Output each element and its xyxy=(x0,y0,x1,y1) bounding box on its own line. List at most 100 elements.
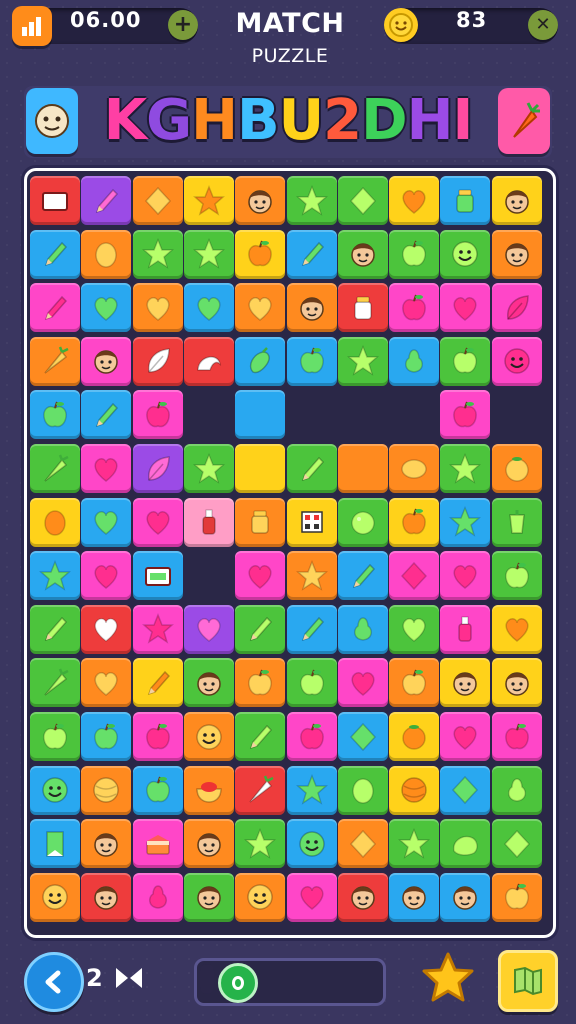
tile-frame[interactable] xyxy=(30,176,80,225)
tile-apple[interactable] xyxy=(30,390,80,440)
tile-pencil[interactable] xyxy=(286,229,337,279)
tile-blank[interactable] xyxy=(235,444,286,493)
tile-star[interactable] xyxy=(286,551,337,601)
tile-carrot[interactable] xyxy=(30,336,80,386)
tile-pear[interactable] xyxy=(337,604,388,654)
tile-carrot[interactable] xyxy=(235,765,286,815)
tile-apple[interactable] xyxy=(30,712,80,761)
tile-diamond[interactable] xyxy=(337,712,388,761)
tile-smiley[interactable] xyxy=(235,872,286,922)
tile-apple[interactable] xyxy=(286,658,337,708)
tile-rock[interactable] xyxy=(440,819,491,869)
tile-star[interactable] xyxy=(132,229,183,279)
tile-star[interactable] xyxy=(30,551,80,601)
tile-face[interactable] xyxy=(491,658,542,708)
coin-button[interactable] xyxy=(384,8,418,42)
tile-tiles[interactable] xyxy=(286,497,337,547)
tile-apple[interactable] xyxy=(286,336,337,386)
map-button[interactable] xyxy=(498,950,558,1012)
tile-heart[interactable] xyxy=(286,872,337,922)
tile-pencil[interactable] xyxy=(235,604,286,654)
tile-bottle[interactable] xyxy=(183,497,234,547)
tile-heart[interactable] xyxy=(389,604,440,654)
tile-pencil[interactable] xyxy=(81,390,132,440)
tile-blank[interactable] xyxy=(337,444,388,493)
tile-face[interactable] xyxy=(440,872,491,922)
skip-icon[interactable] xyxy=(114,966,144,990)
tile-star[interactable] xyxy=(183,176,234,225)
tile-star[interactable] xyxy=(183,444,234,493)
tile-apple[interactable] xyxy=(132,712,183,761)
tile-face[interactable] xyxy=(81,336,132,386)
tile-ball[interactable] xyxy=(389,765,440,815)
tile-heart[interactable] xyxy=(132,283,183,333)
tile-smiley[interactable] xyxy=(491,336,542,386)
tile-plum[interactable] xyxy=(337,497,388,547)
tile-diamond[interactable] xyxy=(337,176,388,225)
tile-apple[interactable] xyxy=(440,390,491,440)
tile-star[interactable] xyxy=(440,497,491,547)
tile-heart[interactable] xyxy=(440,712,491,761)
tile-jar[interactable] xyxy=(440,176,491,225)
tile-shell[interactable] xyxy=(183,336,234,386)
tile-heart[interactable] xyxy=(491,604,542,654)
tile-jar[interactable] xyxy=(235,497,286,547)
add-button[interactable]: + xyxy=(168,10,198,40)
tile-face[interactable] xyxy=(235,176,286,225)
tile-smiley[interactable] xyxy=(440,229,491,279)
tile-egg[interactable] xyxy=(30,497,80,547)
tile-pencil[interactable] xyxy=(30,604,80,654)
tile-lemon[interactable] xyxy=(389,444,440,493)
tile-diamond[interactable] xyxy=(389,551,440,601)
tile-star[interactable] xyxy=(286,765,337,815)
tile-egg[interactable] xyxy=(81,229,132,279)
tile-heart[interactable] xyxy=(337,658,388,708)
tile-heart[interactable] xyxy=(81,497,132,547)
tile-apple[interactable] xyxy=(286,712,337,761)
tile-apple[interactable] xyxy=(389,283,440,333)
tile-heart[interactable] xyxy=(81,283,132,333)
tile-star[interactable] xyxy=(337,336,388,386)
tile-smiley[interactable] xyxy=(30,872,80,922)
tile-pencil[interactable] xyxy=(81,176,132,225)
progress-knob[interactable] xyxy=(218,963,258,1003)
tile-face[interactable] xyxy=(81,819,132,869)
tile-face[interactable] xyxy=(183,819,234,869)
tile-apple[interactable] xyxy=(491,712,542,761)
tile-bowl[interactable] xyxy=(183,765,234,815)
tile-egg[interactable] xyxy=(337,765,388,815)
tile-leaf[interactable] xyxy=(132,444,183,493)
tile-carrot[interactable] xyxy=(30,658,80,708)
tile-flag[interactable] xyxy=(30,819,80,869)
tile-leaf[interactable] xyxy=(491,283,542,333)
tile-blank[interactable] xyxy=(235,390,286,440)
tile-pencil[interactable] xyxy=(30,229,80,279)
tile-heart[interactable] xyxy=(81,444,132,493)
tile-heart[interactable] xyxy=(440,551,491,601)
tile-heart[interactable] xyxy=(132,497,183,547)
tile-apple[interactable] xyxy=(389,229,440,279)
tile-smiley[interactable] xyxy=(30,765,80,815)
tile-face[interactable] xyxy=(286,283,337,333)
tile-star[interactable] xyxy=(183,229,234,279)
tile-face[interactable] xyxy=(183,872,234,922)
tile-apple[interactable] xyxy=(389,658,440,708)
tile-heart[interactable] xyxy=(183,283,234,333)
tile-star[interactable] xyxy=(235,819,286,869)
tile-star[interactable] xyxy=(132,604,183,654)
tile-star[interactable] xyxy=(286,176,337,225)
tile-pencil[interactable] xyxy=(132,658,183,708)
back-button[interactable] xyxy=(24,952,84,1012)
tile-apple[interactable] xyxy=(81,712,132,761)
tile-face[interactable] xyxy=(440,658,491,708)
tile-eggplant[interactable] xyxy=(235,336,286,386)
close-button[interactable]: ✕ xyxy=(528,10,558,40)
tile-heart[interactable] xyxy=(440,283,491,333)
tile-star[interactable] xyxy=(389,819,440,869)
tile-diamond[interactable] xyxy=(491,819,542,869)
tile-frame[interactable] xyxy=(132,551,183,601)
tile-face[interactable] xyxy=(491,176,542,225)
tile-heart[interactable] xyxy=(235,283,286,333)
tile-jar[interactable] xyxy=(337,283,388,333)
tile-heart[interactable] xyxy=(81,604,132,654)
